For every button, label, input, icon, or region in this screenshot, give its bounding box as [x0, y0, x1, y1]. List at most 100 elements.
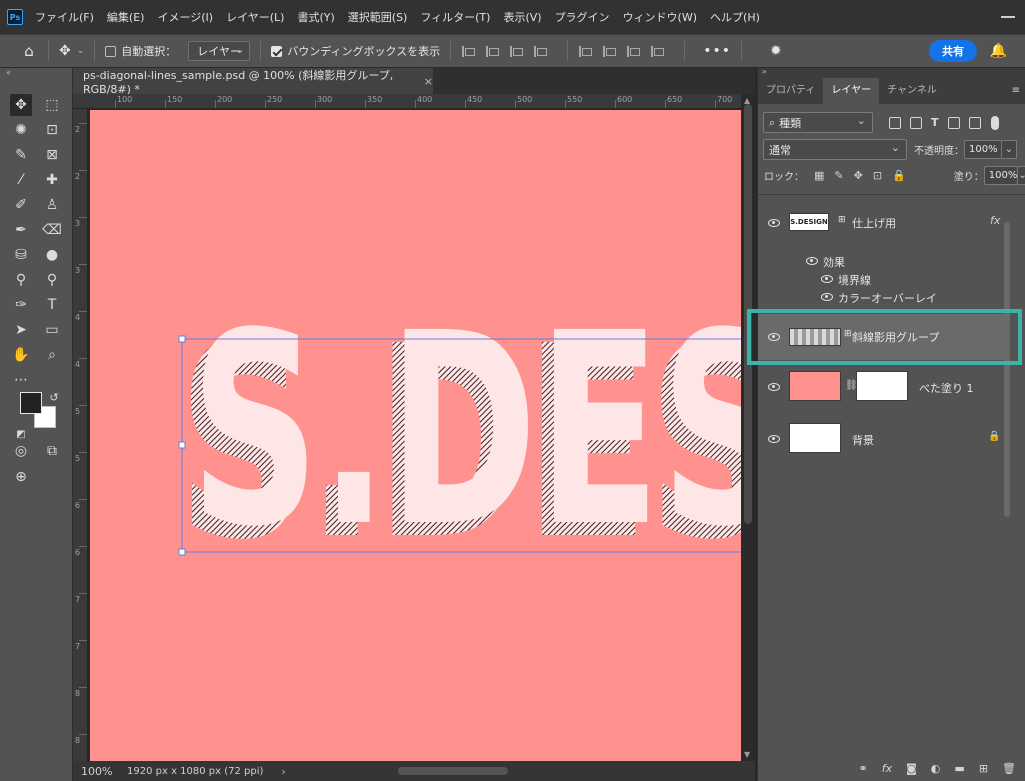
- layer-row[interactable]: ⛓ べた塗り 1: [758, 368, 1008, 406]
- layer-row-selected[interactable]: ⊞ 斜線影用グループ: [758, 314, 1008, 360]
- zoom-level[interactable]: 100%: [81, 765, 119, 778]
- quick-select-tool-icon[interactable]: ✺: [10, 119, 32, 141]
- dodge-tool-icon[interactable]: ⚲: [10, 269, 32, 291]
- minimize-icon[interactable]: [1001, 16, 1015, 18]
- new-layer-icon[interactable]: ⊞: [979, 762, 988, 775]
- lasso-tool-icon[interactable]: ✎: [10, 144, 32, 166]
- marquee-tool-icon[interactable]: ⬚: [41, 94, 63, 116]
- menu-edit[interactable]: 編集(E): [107, 9, 145, 25]
- tab-layers[interactable]: レイヤー: [823, 78, 880, 104]
- blend-mode-dropdown[interactable]: 通常: [763, 139, 907, 160]
- collapse-icon[interactable]: »: [762, 67, 767, 76]
- lock-image-icon[interactable]: ✎: [834, 169, 843, 182]
- panel-menu-icon[interactable]: ≡: [1012, 85, 1020, 96]
- generative-fill-icon[interactable]: ⊕: [10, 466, 32, 488]
- filter-type-icon[interactable]: T: [931, 116, 939, 129]
- opacity-chevron-down-icon[interactable]: ⌄: [1002, 140, 1017, 159]
- distribute-icon[interactable]: [533, 44, 548, 58]
- align-bottom-icon[interactable]: [626, 44, 641, 58]
- blur-tool-icon[interactable]: ●: [41, 244, 63, 266]
- visibility-eye-icon[interactable]: [768, 435, 780, 443]
- layer-row[interactable]: S.DESIGN ⊞ 仕上げ用 fx: [758, 202, 1008, 244]
- path-select-tool-icon[interactable]: ➤: [10, 319, 32, 341]
- lock-artboard-icon[interactable]: ⊡: [873, 169, 882, 182]
- add-mask-icon[interactable]: ◙: [906, 762, 917, 775]
- align-right-icon[interactable]: [509, 44, 524, 58]
- scroll-thumb[interactable]: [1004, 222, 1010, 517]
- more-options-icon[interactable]: •••: [703, 43, 731, 59]
- sponge-tool-icon[interactable]: ⚲: [41, 269, 63, 291]
- menu-filter[interactable]: フィルター(T): [420, 9, 490, 25]
- stamp-tool-icon[interactable]: ♙: [41, 194, 63, 216]
- delete-layer-icon[interactable]: 🗑: [1002, 762, 1016, 775]
- status-arrow-icon[interactable]: ›: [281, 765, 285, 778]
- menu-help[interactable]: ヘルプ(H): [710, 9, 760, 25]
- align-left-icon[interactable]: [461, 44, 476, 58]
- bell-icon[interactable]: 🔔: [990, 43, 1007, 59]
- hand-tool-icon[interactable]: ✋: [10, 344, 32, 366]
- layer-filter-dropdown[interactable]: ⌕ 種類: [763, 112, 873, 133]
- screen-mode-icon[interactable]: ⧉: [41, 440, 63, 462]
- distribute-vertical-icon[interactable]: [650, 44, 665, 58]
- opacity-input[interactable]: 100%: [964, 140, 1002, 159]
- share-button[interactable]: 共有: [929, 40, 977, 62]
- filter-adjustment-icon[interactable]: [910, 116, 922, 129]
- effect-stroke-row[interactable]: 境界線: [758, 270, 1008, 288]
- menu-file[interactable]: ファイル(F): [35, 9, 94, 25]
- fx-icon[interactable]: fx: [882, 762, 892, 775]
- visibility-eye-icon[interactable]: [768, 219, 780, 227]
- frame-tool-icon[interactable]: ⊠: [41, 144, 63, 166]
- move-tool-icon[interactable]: ✥: [10, 94, 32, 116]
- auto-select-target-dropdown[interactable]: レイヤー: [188, 41, 251, 61]
- healing-brush-tool-icon[interactable]: ✚: [41, 169, 63, 191]
- transform-handle[interactable]: [178, 335, 186, 343]
- eraser-tool-icon[interactable]: ⌫: [41, 219, 63, 241]
- lock-transparent-icon[interactable]: ▦: [814, 169, 824, 182]
- horizontal-scroll-thumb[interactable]: [398, 767, 508, 775]
- close-icon[interactable]: ×: [424, 75, 433, 88]
- tab-channels[interactable]: チャンネル: [879, 78, 945, 104]
- canvas[interactable]: S.DES S.DES: [90, 110, 741, 761]
- move-tool-icon[interactable]: ✥: [59, 43, 71, 59]
- eyedropper-tool-icon[interactable]: ⁄: [10, 169, 32, 191]
- brush-tool-icon[interactable]: ✐: [10, 194, 32, 216]
- effects-row[interactable]: 効果: [758, 252, 1008, 270]
- paint-bucket-tool-icon[interactable]: ⛁: [10, 244, 32, 266]
- menu-type[interactable]: 書式(Y): [297, 9, 334, 25]
- align-middle-icon[interactable]: [602, 44, 617, 58]
- rectangle-tool-icon[interactable]: ▭: [41, 319, 63, 341]
- effect-color-overlay-row[interactable]: カラーオーバーレイ: [758, 288, 1008, 306]
- menu-select[interactable]: 選択範囲(S): [348, 9, 408, 25]
- visibility-eye-icon[interactable]: [768, 383, 780, 391]
- collapse-icon[interactable]: «: [6, 68, 11, 77]
- document-tab[interactable]: ps-diagonal-lines_sample.psd @ 100% (斜線影…: [73, 68, 433, 96]
- menu-plugins[interactable]: プラグイン: [555, 9, 610, 25]
- menu-view[interactable]: 表示(V): [503, 9, 541, 25]
- visibility-eye-icon[interactable]: [821, 275, 833, 283]
- quick-mask-icon[interactable]: ◎: [10, 440, 32, 462]
- panel-scrollbar[interactable]: [1002, 210, 1012, 532]
- fx-icon[interactable]: fx: [990, 214, 1000, 227]
- menu-image[interactable]: イメージ(I): [157, 9, 213, 25]
- bounding-box-checkbox[interactable]: [271, 45, 283, 57]
- chevron-down-icon[interactable]: ⌄: [77, 46, 85, 56]
- transform-handle[interactable]: [178, 548, 186, 556]
- visibility-eye-icon[interactable]: [821, 293, 833, 301]
- tab-properties[interactable]: プロパティ: [758, 78, 823, 104]
- link-layers-icon[interactable]: ⚭: [859, 762, 868, 775]
- fill-chevron-down-icon[interactable]: ⌄: [1018, 166, 1025, 185]
- pen-tool-icon[interactable]: ✑: [10, 294, 32, 316]
- swap-colors-icon[interactable]: ↺: [43, 386, 65, 408]
- crop-tool-icon[interactable]: ⊡: [41, 119, 63, 141]
- vertical-scrollbar[interactable]: ▲ ▼: [741, 94, 755, 761]
- new-group-icon[interactable]: ▬: [954, 762, 964, 775]
- filter-toggle-icon[interactable]: [990, 115, 999, 130]
- align-center-icon[interactable]: [485, 44, 500, 58]
- menu-layer[interactable]: レイヤー(L): [226, 9, 284, 25]
- scroll-down-icon[interactable]: ▼: [744, 750, 750, 759]
- filter-smart-object-icon[interactable]: [968, 116, 981, 129]
- lock-position-icon[interactable]: ✥: [854, 169, 863, 182]
- align-top-icon[interactable]: [578, 44, 593, 58]
- layer-row[interactable]: 背景 🔒: [758, 420, 1008, 458]
- edit-toolbar-icon[interactable]: ⋯: [10, 369, 32, 391]
